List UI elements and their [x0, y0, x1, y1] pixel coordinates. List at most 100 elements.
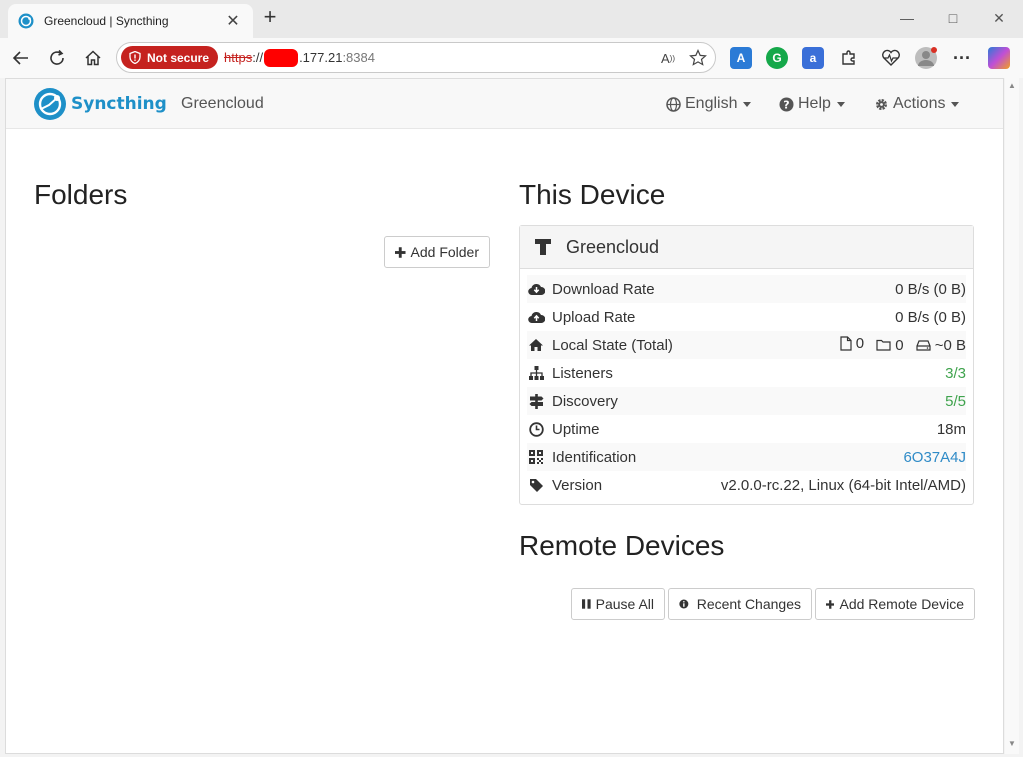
- folders-heading: Folders: [34, 179, 128, 210]
- gear-icon: [876, 98, 887, 110]
- vertical-scrollbar[interactable]: [1005, 78, 1019, 754]
- svg-text:?: ?: [783, 98, 789, 111]
- url-host: .177.21: [299, 50, 343, 65]
- discovery-row: Discovery 5/5: [527, 387, 966, 415]
- window-close-icon[interactable]: ✕: [976, 6, 1022, 30]
- performance-heart-icon[interactable]: [880, 47, 902, 69]
- listeners-value[interactable]: 3/3: [945, 365, 966, 382]
- this-device-panel-header[interactable]: Greencloud: [520, 226, 973, 269]
- local-state-row: Local State (Total) 0 0 ~0 B: [527, 331, 966, 359]
- device-tower-icon: [535, 239, 551, 255]
- file-icon: [840, 336, 852, 351]
- clock-icon: [527, 420, 545, 438]
- address-bar: Not secure https :// .177.21 :8384 A)) A…: [0, 38, 1023, 78]
- download-rate-row: Download Rate 0 B/s (0 B): [527, 275, 966, 303]
- plus-icon: [826, 599, 835, 609]
- remote-devices-heading: Remote Devices: [519, 530, 725, 561]
- scroll-down-icon[interactable]: ▼: [1007, 739, 1017, 749]
- plus-icon: [395, 246, 406, 258]
- pause-all-button[interactable]: Pause All: [571, 588, 665, 620]
- cloud-download-icon: [527, 280, 545, 298]
- scroll-up-icon[interactable]: ▲: [1007, 81, 1017, 91]
- device-id-link[interactable]: 6O37A4J: [903, 449, 966, 466]
- not-secure-badge[interactable]: Not secure: [121, 46, 219, 69]
- version-value: v2.0.0-rc.22, Linux (64-bit Intel/AMD): [720, 476, 966, 494]
- home-icon: [527, 336, 545, 354]
- reload-icon[interactable]: [44, 46, 70, 70]
- chevron-down-icon: [836, 101, 845, 107]
- this-device-heading: This Device: [519, 179, 666, 210]
- translate-extension-icon[interactable]: A: [730, 47, 752, 69]
- add-folder-label: Add Folder: [410, 244, 479, 260]
- home-icon[interactable]: [80, 46, 106, 70]
- actions-menu[interactable]: Actions: [874, 95, 960, 113]
- brand-name: Syncthing: [71, 94, 167, 114]
- favorite-star-icon[interactable]: [687, 48, 709, 68]
- uptime-value: 18m: [936, 420, 966, 438]
- cloud-upload-icon: [527, 308, 545, 326]
- syncthing-favicon-icon: [18, 13, 34, 29]
- copilot-icon[interactable]: [988, 47, 1010, 69]
- chevron-down-icon: [743, 101, 752, 107]
- upload-rate-value: 0 B/s (0 B): [895, 308, 966, 326]
- version-row: Version v2.0.0-rc.22, Linux (64-bit Inte…: [527, 471, 966, 499]
- upload-rate-row: Upload Rate 0 B/s (0 B): [527, 303, 966, 331]
- qrcode-icon: [527, 448, 545, 466]
- identification-row: Identification 6O37A4J: [527, 443, 966, 471]
- hard-drive-icon: [916, 340, 931, 351]
- discovery-value[interactable]: 5/5: [945, 393, 966, 410]
- syncthing-logo-icon: [34, 88, 66, 120]
- tag-icon: [527, 476, 545, 494]
- accessibility-extension-icon[interactable]: a: [802, 47, 824, 69]
- help-menu[interactable]: ? Help: [779, 95, 845, 113]
- download-rate-value: 0 B/s (0 B): [895, 280, 966, 298]
- listeners-row: Listeners 3/3: [527, 359, 966, 387]
- file-count: 0: [840, 335, 864, 352]
- storage-size: ~0 B: [916, 337, 966, 354]
- shield-warning-icon: [129, 51, 141, 64]
- help-label: Help: [798, 95, 831, 112]
- recent-changes-button[interactable]: Recent Changes: [668, 588, 812, 620]
- not-secure-label: Not secure: [147, 50, 210, 65]
- this-device-name: Greencloud: [566, 236, 660, 257]
- navbar-device-name: Greencloud: [181, 95, 264, 112]
- this-device-panel: Greencloud Download Rate 0 B/s (0 B) Upl…: [519, 225, 974, 505]
- new-tab-icon[interactable]: +: [258, 6, 282, 30]
- grammarly-extension-icon[interactable]: G: [766, 47, 788, 69]
- folder-count: 0: [876, 337, 904, 354]
- local-state-value: 0 0 ~0 B: [832, 335, 966, 355]
- syncthing-brand[interactable]: Syncthing: [33, 87, 167, 121]
- signpost-icon: [527, 392, 545, 410]
- more-menu-icon[interactable]: ···: [951, 47, 973, 69]
- globe-icon: [666, 96, 681, 112]
- actions-label: Actions: [893, 95, 946, 112]
- read-aloud-icon[interactable]: A)): [657, 48, 679, 68]
- info-circle-icon: [679, 599, 689, 609]
- syncthing-page: Syncthing Greencloud English ? Help Acti…: [5, 78, 1004, 754]
- url-separator: ://: [252, 50, 264, 65]
- tab-title: Greencloud | Syncthing: [44, 14, 169, 28]
- extensions-puzzle-icon[interactable]: [838, 47, 860, 69]
- browser-tab[interactable]: Greencloud | Syncthing ✕: [8, 4, 253, 38]
- maximize-icon[interactable]: □: [930, 6, 976, 30]
- pause-icon: [582, 599, 591, 609]
- folder-icon: [876, 339, 891, 351]
- top-navbar: Syncthing Greencloud English ? Help Acti…: [6, 79, 1003, 129]
- chevron-down-icon: [951, 101, 960, 107]
- add-remote-device-button[interactable]: Add Remote Device: [815, 588, 975, 620]
- uptime-row: Uptime 18m: [527, 415, 966, 443]
- language-menu[interactable]: English: [666, 95, 752, 113]
- url-port: :8384: [342, 50, 375, 65]
- profile-avatar-icon[interactable]: [915, 47, 937, 69]
- tab-close-icon[interactable]: ✕: [223, 11, 243, 31]
- redacted-host-block: [264, 48, 299, 67]
- tab-bar: Greencloud | Syncthing ✕ + — □ ✕: [0, 0, 1023, 38]
- minimize-icon[interactable]: —: [884, 6, 930, 30]
- sitemap-icon: [527, 364, 545, 382]
- language-label: English: [685, 95, 738, 112]
- url-field[interactable]: Not secure https :// .177.21 :8384 A)): [116, 42, 716, 73]
- url-scheme: https: [224, 50, 253, 65]
- back-icon[interactable]: [8, 46, 34, 70]
- add-folder-button[interactable]: Add Folder: [384, 236, 490, 268]
- question-circle-icon: ?: [779, 97, 794, 111]
